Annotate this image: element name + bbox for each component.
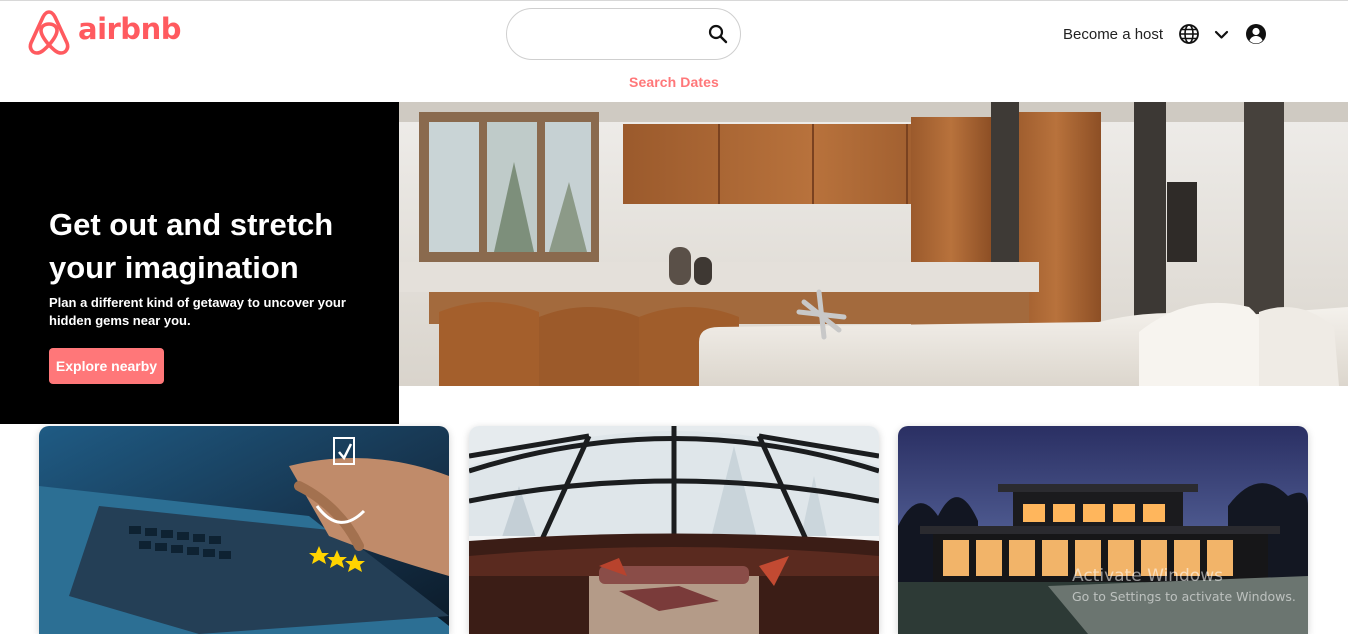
site-header: airbnb Search Dates Become a host	[0, 1, 1348, 102]
glass-igloo-snow-image	[469, 426, 879, 634]
search-input[interactable]	[525, 21, 695, 47]
become-host-link[interactable]: Become a host	[1063, 26, 1163, 43]
chevron-down-icon[interactable]	[1214, 27, 1229, 42]
account-circle-icon[interactable]	[1245, 23, 1267, 45]
hero-title: Get out and stretch your imagination	[49, 207, 334, 285]
brand-wordmark: airbnb	[78, 12, 181, 46]
experience-card-online-reviews[interactable]	[39, 426, 449, 634]
laptop-review-stars-image	[39, 426, 449, 634]
explore-nearby-button[interactable]: Explore nearby	[49, 348, 164, 384]
globe-icon[interactable]	[1178, 23, 1200, 45]
hero-subtitle: Plan a different kind of getaway to unco…	[49, 295, 346, 328]
watermark-title: Activate Windows	[1072, 566, 1223, 586]
search-bar[interactable]	[506, 8, 741, 60]
search-dates-button[interactable]: Search Dates	[629, 74, 719, 90]
airbnb-logo[interactable]: airbnb	[26, 8, 181, 56]
experience-card-glass-igloo[interactable]	[469, 426, 879, 634]
search-icon[interactable]	[708, 24, 728, 44]
airbnb-logo-icon	[28, 10, 70, 55]
hero-banner: Get out and stretch your imagination Pla…	[0, 102, 399, 424]
hero-interior-image	[399, 102, 1348, 386]
os-activation-watermark: Activate Windows Go to Settings to activ…	[1072, 566, 1296, 604]
watermark-subtitle: Go to Settings to activate Windows.	[1072, 589, 1296, 604]
